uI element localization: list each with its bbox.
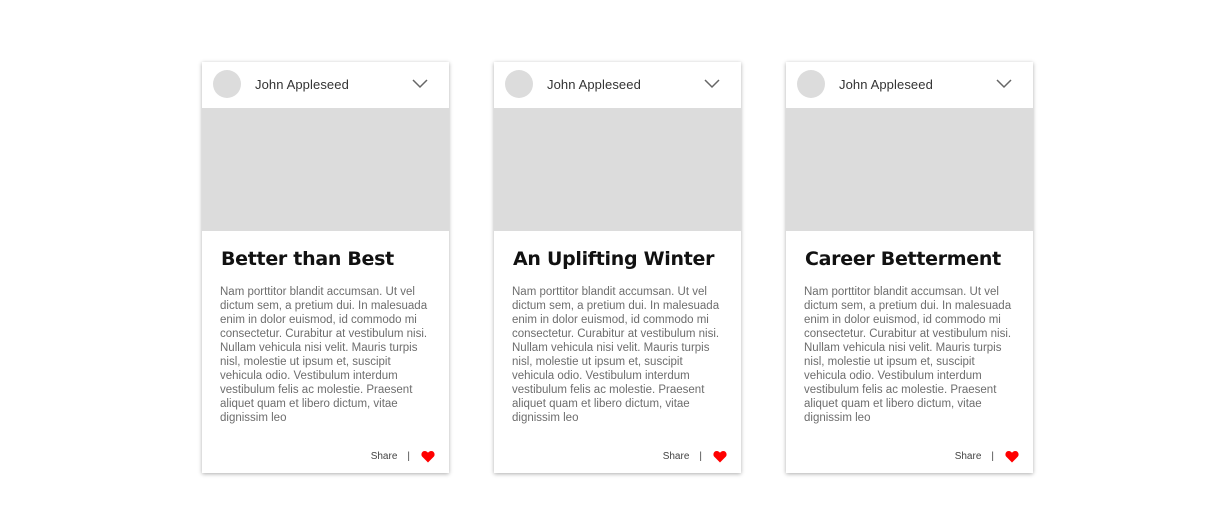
card-title: Better than Best <box>221 248 394 270</box>
card-header: John Appleseed <box>494 62 741 108</box>
card-body-text: Nam porttitor blandit accumsan. Ut vel d… <box>220 286 428 424</box>
card-body-text: Nam porttitor blandit accumsan. Ut vel d… <box>512 286 720 424</box>
like-button[interactable] <box>713 450 727 463</box>
card-title: An Uplifting Winter <box>513 248 715 270</box>
post-card: John Appleseed Career Betterment Nam por… <box>786 62 1033 473</box>
chevron-down-icon <box>704 79 720 89</box>
avatar[interactable] <box>797 70 825 98</box>
like-button[interactable] <box>421 450 435 463</box>
like-button[interactable] <box>1005 450 1019 463</box>
heart-icon <box>421 450 435 462</box>
card-header: John Appleseed <box>202 62 449 108</box>
card-footer: Share | <box>371 449 435 463</box>
chevron-down-icon <box>996 79 1012 89</box>
footer-separator: | <box>407 450 410 462</box>
avatar[interactable] <box>213 70 241 98</box>
card-image-placeholder[interactable] <box>494 108 741 231</box>
share-link[interactable]: Share <box>663 451 690 462</box>
card-footer: Share | <box>955 449 1019 463</box>
card-image-placeholder[interactable] <box>202 108 449 231</box>
share-link[interactable]: Share <box>955 451 982 462</box>
footer-separator: | <box>699 450 702 462</box>
chevron-down-icon <box>412 79 428 89</box>
author-name[interactable]: John Appleseed <box>255 77 349 92</box>
avatar[interactable] <box>505 70 533 98</box>
author-name[interactable]: John Appleseed <box>839 77 933 92</box>
heart-icon <box>1005 450 1019 462</box>
card-header: John Appleseed <box>786 62 1033 108</box>
author-name[interactable]: John Appleseed <box>547 77 641 92</box>
card-title: Career Betterment <box>805 248 1001 270</box>
post-card: John Appleseed An Uplifting Winter Nam p… <box>494 62 741 473</box>
card-footer: Share | <box>663 449 727 463</box>
card-menu-button[interactable] <box>702 76 722 92</box>
post-card: John Appleseed Better than Best Nam port… <box>202 62 449 473</box>
card-menu-button[interactable] <box>410 76 430 92</box>
card-body-text: Nam porttitor blandit accumsan. Ut vel d… <box>804 286 1012 424</box>
share-link[interactable]: Share <box>371 451 398 462</box>
card-image-placeholder[interactable] <box>786 108 1033 231</box>
heart-icon <box>713 450 727 462</box>
card-menu-button[interactable] <box>994 76 1014 92</box>
footer-separator: | <box>991 450 994 462</box>
